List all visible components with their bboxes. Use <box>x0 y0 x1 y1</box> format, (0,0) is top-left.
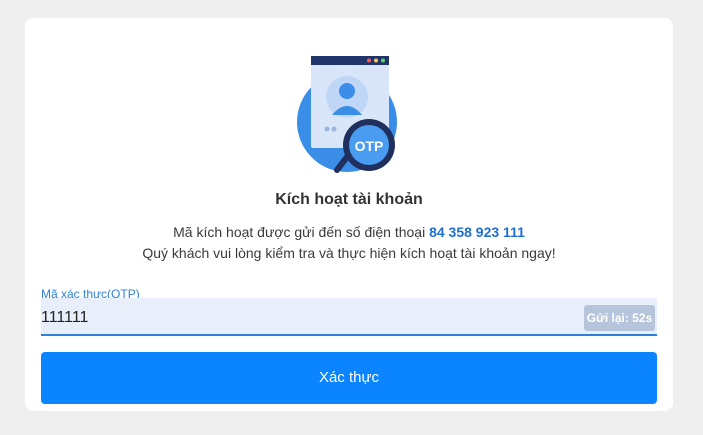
field-dot-2 <box>331 126 337 132</box>
otp-input[interactable] <box>41 304 561 332</box>
window-dot-yellow <box>374 58 378 63</box>
description-line-2: Quý khách vui lòng kiểm tra và thực hiện… <box>142 245 556 261</box>
description-prefix: Mã kích hoạt được gửi đến số điện thoại <box>173 224 426 240</box>
otp-badge-text: OTP <box>355 138 384 154</box>
phone-number: 84 358 923 111 <box>429 224 525 240</box>
activation-card: OTP Kích hoạt tài khoản Mã kích hoạt đượ… <box>25 18 673 411</box>
description-line-1: Mã kích hoạt được gửi đến số điện thoại … <box>25 222 673 243</box>
verify-button[interactable]: Xác thực <box>41 352 657 404</box>
page-title: Kích hoạt tài khoản <box>275 191 423 208</box>
otp-illustration-icon: OTP <box>297 56 397 173</box>
window-dot-red <box>367 58 371 63</box>
resend-otp-button[interactable]: Gửi lại: 52s <box>584 305 655 331</box>
avatar-head <box>339 83 355 99</box>
field-dot-1 <box>324 126 330 132</box>
otp-field: Gửi lại: 52s <box>41 298 657 336</box>
window-dot-green <box>381 58 385 63</box>
activation-description: Mã kích hoạt được gửi đến số điện thoại … <box>25 222 673 264</box>
